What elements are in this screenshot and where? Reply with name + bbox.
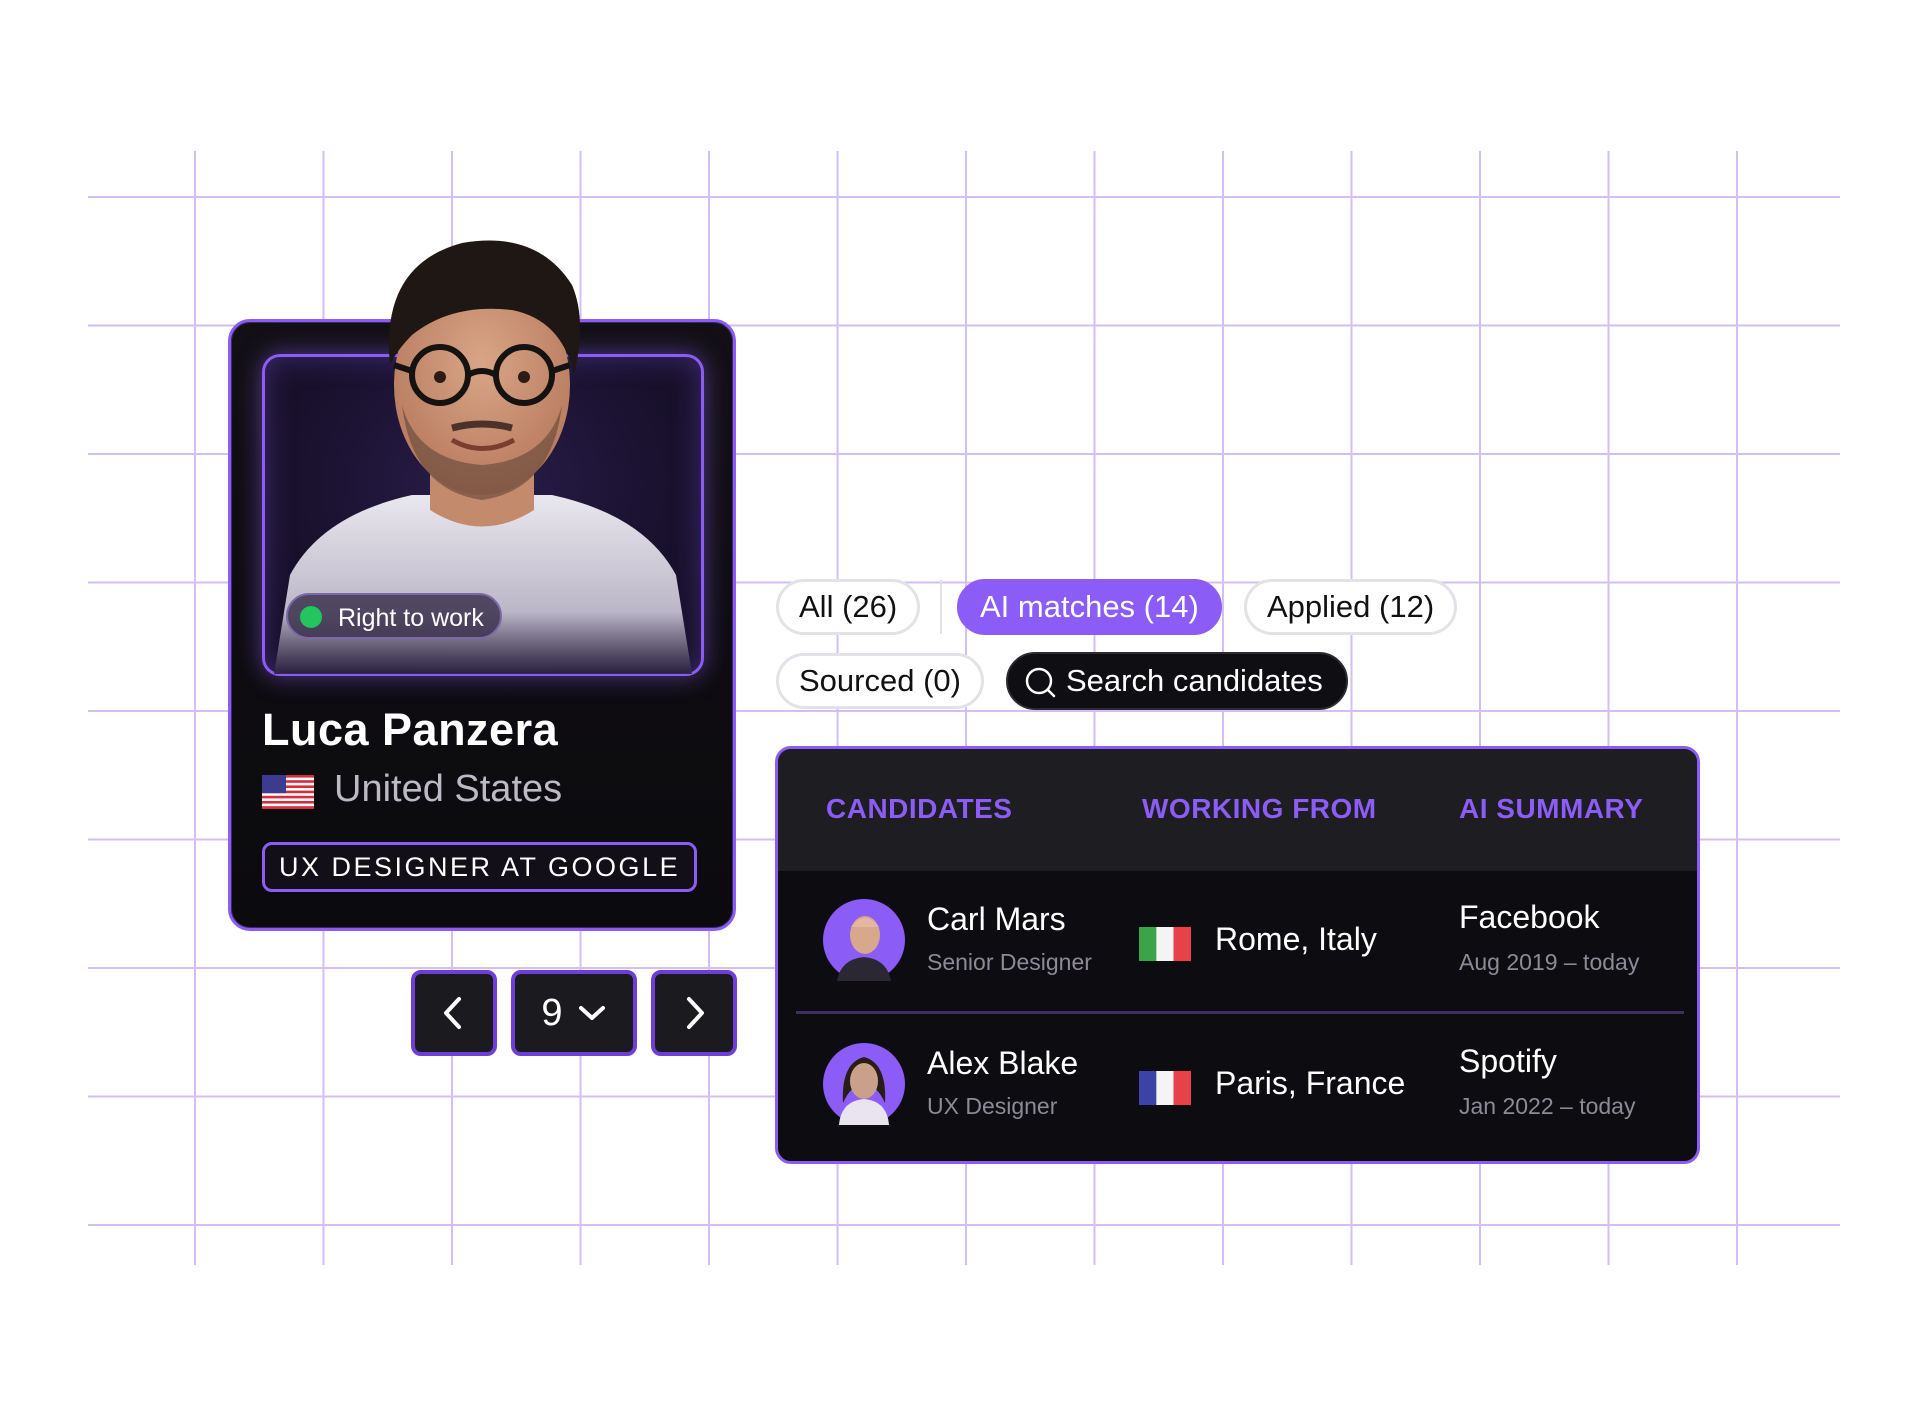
page-number: 9 <box>541 991 563 1034</box>
candidate-name: Luca Panzera <box>262 704 559 755</box>
chevron-down-icon <box>578 1006 605 1020</box>
column-header-ai-summary[interactable]: AI SUMMARY <box>1459 793 1643 825</box>
candidate-role: UX Designer <box>927 1093 1058 1119</box>
right-to-work-badge: Right to work <box>286 593 502 639</box>
tab-all[interactable]: All (26) <box>776 579 921 635</box>
italy-flag-icon <box>1139 927 1191 961</box>
france-flag-icon <box>1139 1071 1191 1105</box>
row-divider <box>796 1011 1684 1014</box>
right-to-work-label: Right to work <box>338 604 484 632</box>
search-icon <box>1025 667 1056 698</box>
company-name: Spotify <box>1459 1043 1557 1079</box>
tab-applied[interactable]: Applied (12) <box>1244 579 1458 635</box>
next-button[interactable] <box>651 970 737 1056</box>
candidate-location: Paris, France <box>1215 1065 1406 1101</box>
column-header-candidates[interactable]: CANDIDATES <box>826 793 1012 825</box>
candidate-name: Carl Mars <box>927 901 1066 937</box>
candidate-location: Rome, Italy <box>1215 921 1377 957</box>
chevron-right-icon <box>687 997 704 1029</box>
chevron-left-icon <box>444 997 461 1029</box>
candidate-name: Alex Blake <box>927 1045 1079 1081</box>
search-placeholder: Search candidates <box>1066 663 1323 698</box>
table-row[interactable]: Alex Blake UX Designer Paris, France Spo… <box>778 1015 1697 1155</box>
tab-ai-matches[interactable]: AI matches (14) <box>957 579 1222 635</box>
avatar <box>823 1043 905 1125</box>
avatar <box>823 899 905 981</box>
tab-sourced[interactable]: Sourced (0) <box>776 653 984 709</box>
column-header-working-from[interactable]: WORKING FROM <box>1142 793 1377 825</box>
job-role-tag: UX DESIGNER AT GOOGLE <box>262 842 698 892</box>
candidate-role: Senior Designer <box>927 949 1092 975</box>
status-dot-icon <box>300 606 322 628</box>
candidates-table: CANDIDATES WORKING FROM AI SUMMARY Carl … <box>775 746 1700 1164</box>
company-name: Facebook <box>1459 899 1600 935</box>
employment-period: Jan 2022 – today <box>1459 1093 1636 1119</box>
candidate-country: United States <box>334 768 563 810</box>
employment-period: Aug 2019 – today <box>1459 949 1640 975</box>
page-select[interactable]: 9 <box>511 970 637 1056</box>
table-row[interactable]: Carl Mars Senior Designer Rome, Italy Fa… <box>778 871 1697 1011</box>
previous-button[interactable] <box>411 970 497 1056</box>
us-flag-icon <box>262 775 314 809</box>
table-header: CANDIDATES WORKING FROM AI SUMMARY <box>778 749 1697 871</box>
search-input[interactable]: Search candidates <box>1006 652 1348 710</box>
tab-divider <box>940 580 942 634</box>
